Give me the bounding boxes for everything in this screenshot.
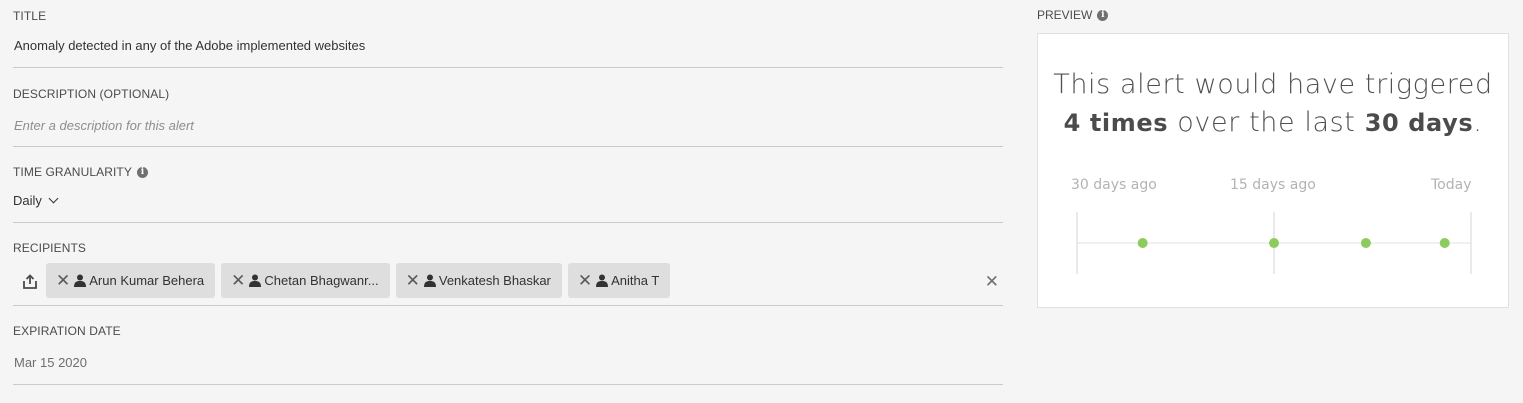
trigger-timeline	[1076, 212, 1472, 274]
expiration-date-field: EXPIRATION DATE Mar 15 2020	[13, 306, 1003, 385]
time-granularity-label-text: TIME GRANULARITY	[13, 165, 132, 179]
time-granularity-dropdown[interactable]: Daily	[13, 193, 59, 208]
time-granularity-selected: Daily	[13, 193, 42, 208]
trigger-dot	[1360, 238, 1371, 248]
recipients-label: RECIPIENTS	[13, 241, 87, 255]
person-icon	[423, 274, 436, 287]
remove-recipient-icon[interactable]: ✕	[231, 272, 245, 289]
description-input[interactable]: Enter a description for this alert	[14, 118, 194, 133]
recipient-chip: ✕ Arun Kumar Behera	[46, 263, 216, 298]
info-icon[interactable]: i	[136, 166, 148, 178]
title-input[interactable]: Anomaly detected in any of the Adobe imp…	[14, 38, 365, 53]
alert-builder: TITLE Anomaly detected in any of the Ado…	[0, 0, 1523, 403]
clear-recipients-icon[interactable]: ✕	[985, 272, 999, 292]
title-field: TITLE Anomaly detected in any of the Ado…	[13, 0, 1003, 68]
recipient-chip: ✕ Chetan Bhagwanr...	[221, 263, 390, 298]
remove-recipient-icon[interactable]: ✕	[56, 272, 70, 289]
recipient-name: Chetan Bhagwanr...	[264, 273, 379, 288]
recipient-chips: ✕ Arun Kumar Behera ✕ Chetan Bhagwanr...…	[46, 263, 671, 298]
expiration-date-label: EXPIRATION DATE	[13, 324, 121, 338]
person-icon	[74, 274, 87, 287]
recipient-chip: ✕ Anitha T	[567, 263, 671, 298]
recipient-name: Venkatesh Bhaskar	[438, 273, 551, 288]
description-field: DESCRIPTION (OPTIONAL) Enter a descripti…	[13, 68, 1003, 147]
trigger-dot	[1269, 238, 1279, 248]
expiration-date-input[interactable]: Mar 15 2020	[14, 355, 87, 370]
time-granularity-field: TIME GRANULARITY i Daily	[13, 147, 1003, 223]
preview-label: PREVIEW i	[1037, 8, 1109, 22]
time-granularity-label: TIME GRANULARITY i	[13, 165, 148, 179]
person-icon	[596, 274, 609, 287]
preview-panel: This alert would have triggered 4 times …	[1037, 33, 1509, 308]
recipient-name: Anitha T	[611, 273, 660, 288]
remove-recipient-icon[interactable]: ✕	[406, 272, 420, 289]
remove-recipient-icon[interactable]: ✕	[578, 272, 592, 289]
person-icon	[249, 274, 262, 287]
trigger-dot	[1439, 238, 1450, 248]
info-icon[interactable]: i	[1097, 9, 1109, 21]
description-label: DESCRIPTION (OPTIONAL)	[13, 87, 170, 101]
recipient-chip: ✕ Venkatesh Bhaskar	[395, 263, 562, 298]
share-icon[interactable]	[21, 273, 39, 291]
trigger-dot	[1137, 238, 1148, 248]
preview-label-text: PREVIEW	[1037, 8, 1093, 22]
chevron-down-icon	[48, 193, 59, 204]
recipients-field: RECIPIENTS ✕ Arun Kumar Behera ✕ Chetan …	[13, 223, 1003, 306]
recipient-name: Arun Kumar Behera	[89, 273, 205, 288]
title-label: TITLE	[13, 9, 47, 23]
